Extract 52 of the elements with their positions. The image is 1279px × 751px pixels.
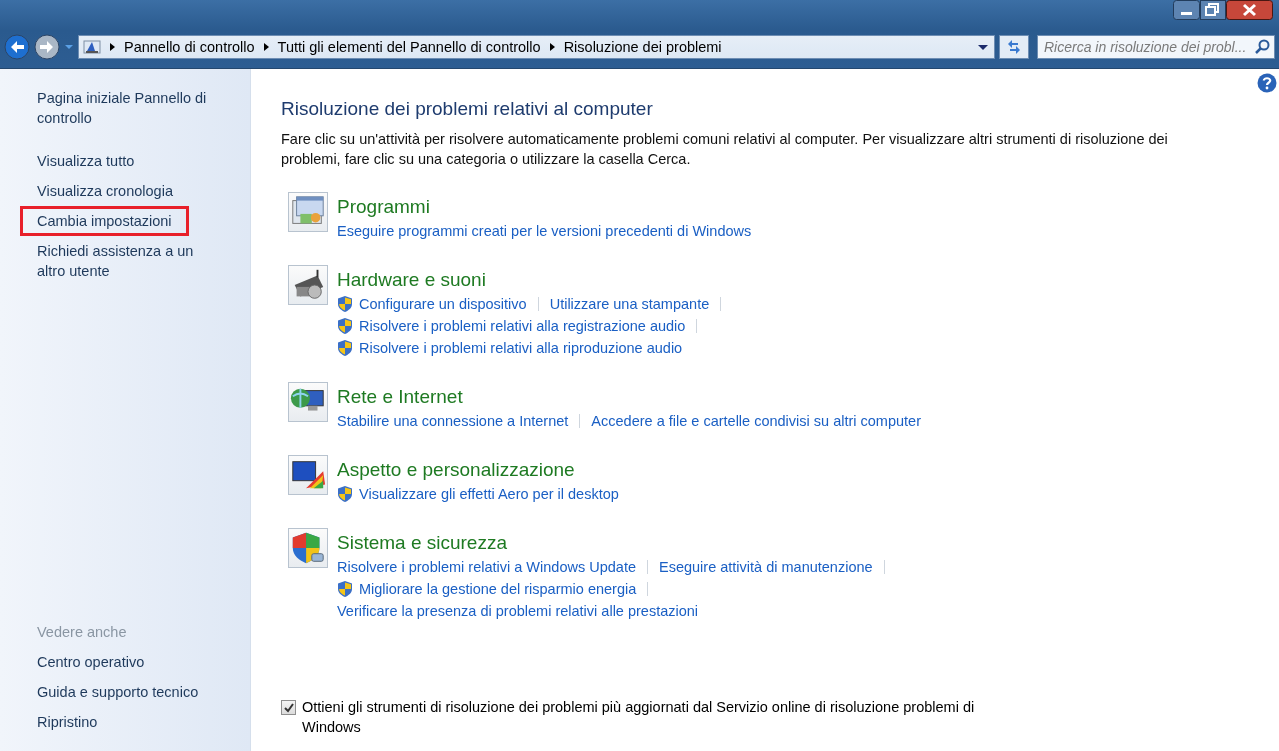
category-title[interactable]: Programmi [337,196,430,217]
checkbox[interactable] [281,700,296,715]
search-field[interactable]: Ricerca in risoluzione dei probl... [1037,35,1275,59]
task-link[interactable]: Visualizzare gli effetti Aero per il desktop [359,483,619,505]
task-link[interactable]: Verificare la presenza di problemi relativi alle prestazioni [337,600,699,622]
minimize-button[interactable] [1173,0,1200,20]
category-title[interactable]: Aspetto e personalizzazione [337,459,575,480]
task-link[interactable]: Stabilire una connessione a Internet [337,410,569,432]
sidebar-link[interactable]: Visualizza tutto [20,146,152,176]
page-title: Risoluzione dei problemi relativi al computer [281,97,654,121]
see-also-heading: Vedere anche [37,623,128,642]
history-caret-icon[interactable] [64,44,74,50]
sidebar-link[interactable]: Centro operativo [20,647,162,677]
task-link[interactable]: Risolvere i problemi relativi alla riproduzione audio [359,337,683,359]
sidebar-link[interactable]: Guida e supporto tecnico [20,677,216,707]
dropdown-caret-icon[interactable] [978,44,988,50]
task-link[interactable]: Migliorare la gestione del risparmio energia [359,578,637,600]
category-title[interactable]: Hardware e suoni [337,269,486,290]
sidebar-link[interactable]: Pagina iniziale Pannello di controllo [20,83,234,133]
category-icon[interactable] [288,265,328,305]
category-title[interactable]: Rete e Internet [337,386,463,407]
search-icon[interactable] [1254,39,1270,55]
task-link[interactable]: Eseguire attività di manutenzione [659,556,873,578]
breadcrumb-arrow-icon[interactable] [109,42,116,52]
breadcrumb-arrow-icon[interactable] [262,42,270,52]
category-title[interactable]: Sistema e sicurezza [337,532,507,553]
task-link[interactable]: Accedere a file e cartelle condivisi su altri computer [591,410,921,432]
sidebar-link[interactable]: Ripristino [20,707,115,737]
back-button[interactable] [4,34,30,60]
close-button[interactable] [1226,0,1273,20]
breadcrumb[interactable]: Tutti gli elementi del Pannello di controllo [277,39,541,55]
sidebar-link[interactable]: Cambia impostazioni [20,206,189,236]
address-bar[interactable]: Pannello di controllo Tutti gli elementi del Pannello di controllo Risoluzione dei problemi [78,35,995,59]
breadcrumb[interactable]: Pannello di controllo [124,39,255,55]
checkbox-label: Ottieni gli strumenti di risoluzione dei problemi più aggiornati dal Servizio online di risoluzione problemi di Windows [302,698,976,737]
help-icon[interactable] [1257,73,1277,93]
category-icon[interactable] [288,528,328,568]
task-link[interactable]: Risolvere i problemi relativi alla registrazione audio [359,315,686,337]
task-link[interactable]: Utilizzare una stampante [549,293,710,315]
category-icon[interactable] [288,455,328,495]
sidebar-link[interactable]: Richiedi assistenza a un altro utente [20,236,234,286]
description-text: Fare clic su un'attività per risolvere automaticamente problemi comuni relativi al computer. Per visualizzare altri strumenti di risoluzione dei problemi, fare clic su una categoria o utilizzare la casella Cerca. [281,130,1169,169]
task-link[interactable]: Configurare un dispositivo [359,293,527,315]
restore-button[interactable] [1200,0,1226,20]
breadcrumb[interactable]: Risoluzione dei problemi [563,39,722,55]
control-panel-icon [83,38,101,56]
task-link[interactable]: Eseguire programmi creati per le versioni precedenti di Windows [337,220,752,242]
sidebar-link[interactable]: Visualizza cronologia [20,176,190,206]
task-link[interactable]: Risolvere i problemi relativi a Windows Update [337,556,636,578]
category-icon[interactable] [288,382,328,422]
refresh-button[interactable] [999,35,1029,59]
breadcrumb-arrow-icon[interactable] [548,42,556,52]
